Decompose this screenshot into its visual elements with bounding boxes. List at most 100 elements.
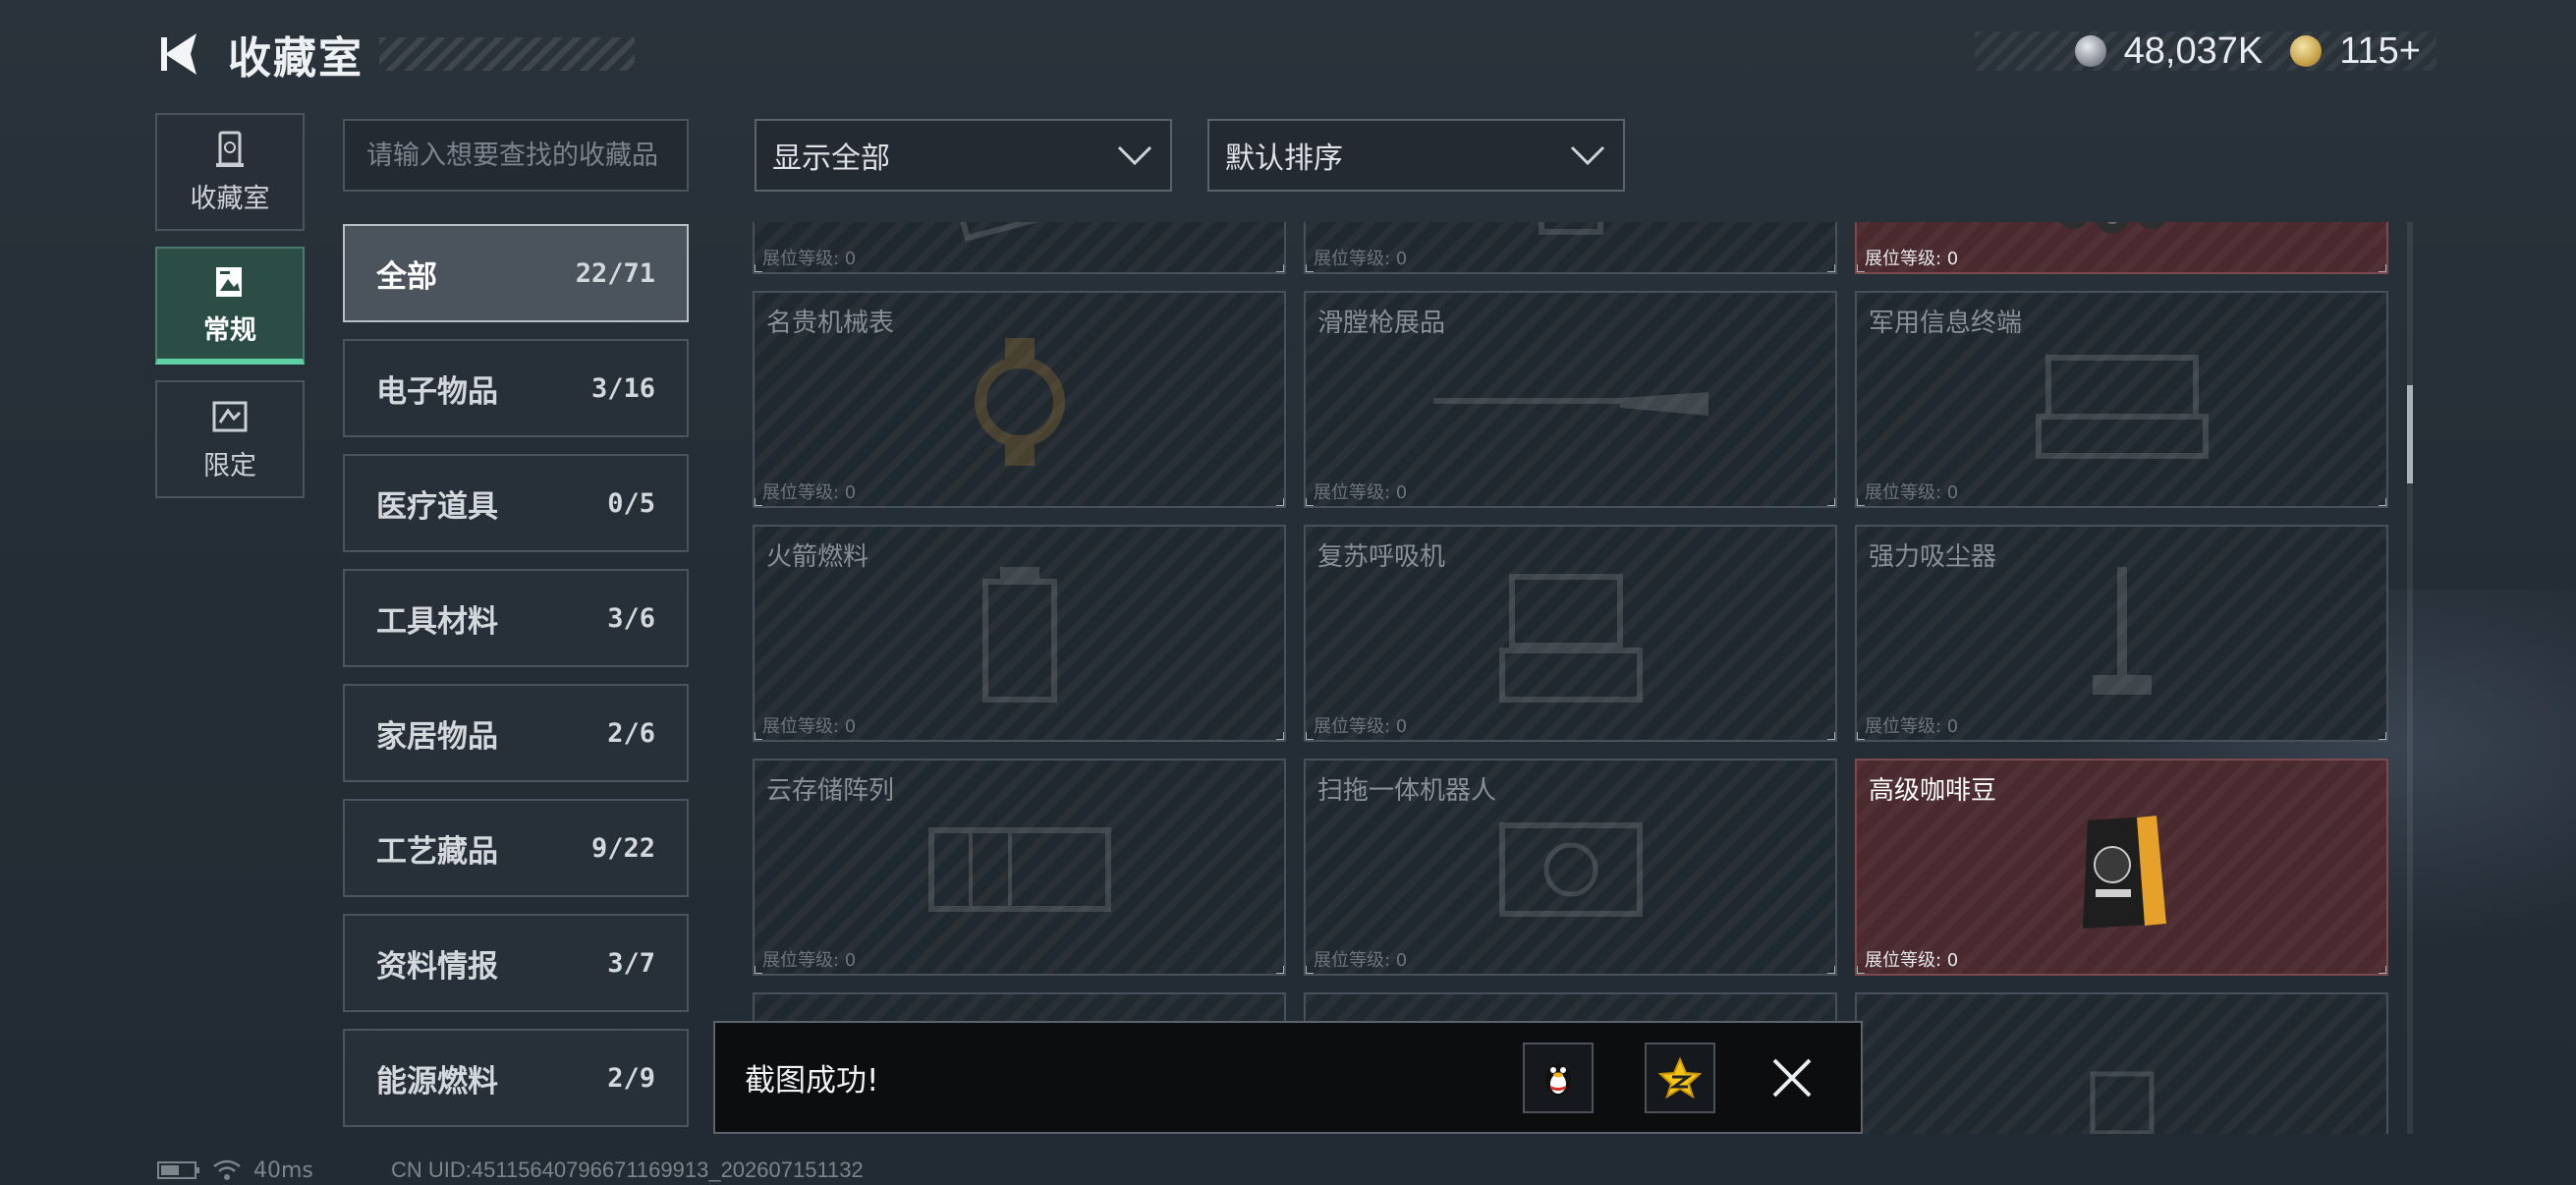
collection-item-card[interactable]: 名贵机械表 展位等级: 0 <box>753 291 1286 508</box>
show-filter-dropdown[interactable]: 显示全部 <box>755 119 1172 192</box>
robot-vacuum-icon <box>1473 806 1669 937</box>
share-qzone-button[interactable] <box>1645 1042 1715 1113</box>
battery-icon <box>157 1161 199 1179</box>
collection-item-card[interactable]: 军用信息终端展位等级: 0 <box>1855 291 2388 508</box>
booth-level: 展位等级: 0 <box>1314 950 1408 971</box>
category-household[interactable]: 家居物品 2/6 <box>343 684 689 782</box>
category-name: 能源燃料 <box>376 1063 498 1100</box>
nav-collection-room[interactable]: 收藏室 <box>155 113 305 231</box>
category-electronics[interactable]: 电子物品 3/16 <box>343 339 689 437</box>
page-title: 收藏室 <box>228 33 364 84</box>
uid-text: CN UID:45115640796671169913_202607151132 <box>391 1157 864 1182</box>
collection-item-card[interactable]: 展位等级: 0 <box>1855 222 2388 274</box>
currency-bar: 48,037K 115+ <box>1975 29 2436 72</box>
item-grid: 展位等级: 0 展位等级: 0 展位等级: 0 名贵机械表 展位等级: 0 滑膛枪展品 展位… <box>753 222 2393 1134</box>
category-name: 工艺藏品 <box>376 833 498 870</box>
collection-item-card[interactable]: 展位等级: 0 <box>753 222 1286 274</box>
storage-array-icon <box>912 811 1128 932</box>
collection-item-card[interactable]: 强力吸尘器展位等级: 0 <box>1855 525 2388 742</box>
item-name: 高级咖啡豆 <box>1869 776 1997 806</box>
item-name: 军用信息终端 <box>1869 309 2023 338</box>
back-arrow-icon[interactable] <box>157 29 202 79</box>
booth-level: 展位等级: 0 <box>762 950 857 971</box>
gold-coin-icon <box>2290 35 2323 67</box>
side-nav: 收藏室 常规 限定 <box>155 113 305 514</box>
nav-label: 常规 <box>203 314 256 346</box>
collection-item-card[interactable]: 火箭燃料 展位等级: 0 <box>753 525 1286 742</box>
card-corner-mark <box>1306 264 1314 272</box>
scrollbar-thumb[interactable] <box>2407 385 2413 483</box>
card-corner-mark <box>1827 498 1835 506</box>
collection-item-card[interactable]: 展位等级: 0 <box>1304 222 1837 274</box>
vacuum-icon <box>2063 557 2181 718</box>
header: 收藏室 <box>157 28 635 84</box>
card-corner-mark <box>1306 966 1314 974</box>
close-icon[interactable] <box>1766 1052 1818 1103</box>
item-name: 火箭燃料 <box>766 542 869 572</box>
item-name: 复苏呼吸机 <box>1317 542 1446 572</box>
item-name: 滑膛枪展品 <box>1317 309 1446 338</box>
armored-vehicle-icon <box>2004 222 2240 255</box>
nav-limited[interactable]: 限定 <box>155 380 305 498</box>
rocket-fuel-icon <box>961 562 1079 713</box>
booth-level: 展位等级: 0 <box>1314 716 1408 737</box>
card-corner-mark <box>1306 732 1314 740</box>
sort-dropdown[interactable]: 默认排序 <box>1207 119 1625 192</box>
gold-amount: 115+ <box>2339 29 2421 72</box>
booth-level: 展位等级: 0 <box>1865 950 1959 971</box>
category-name: 全部 <box>376 258 437 295</box>
category-count: 3/16 <box>590 372 655 404</box>
card-corner-mark <box>1857 264 1865 272</box>
search-input[interactable] <box>343 119 689 192</box>
card-corner-mark <box>1306 498 1314 506</box>
status-bar: 40ms <box>157 1156 313 1185</box>
share-qq-button[interactable] <box>1523 1042 1594 1113</box>
category-crafts[interactable]: 工艺藏品 9/22 <box>343 799 689 897</box>
card-corner-mark <box>755 732 762 740</box>
collection-room-icon <box>216 131 244 167</box>
category-count: 22/71 <box>575 257 655 289</box>
category-count: 3/6 <box>607 602 655 634</box>
scrollbar-track[interactable] <box>2407 222 2413 1134</box>
qzone-star-icon <box>1658 1056 1702 1099</box>
card-corner-mark <box>1276 264 1284 272</box>
booth-level: 展位等级: 0 <box>1865 716 1959 737</box>
category-tools[interactable]: 工具材料 3/6 <box>343 569 689 667</box>
item-name: 扫拖一体机器人 <box>1317 776 1497 806</box>
category-all[interactable]: 全部 22/71 <box>343 224 689 322</box>
nav-label: 限定 <box>203 450 256 481</box>
card-corner-mark <box>2379 966 2386 974</box>
dropdown-label: 默认排序 <box>1225 141 1343 176</box>
category-intel[interactable]: 资料情报 3/7 <box>343 914 689 1012</box>
collection-item-card[interactable]: 展位等级: 0 <box>1855 992 2388 1134</box>
title-decoration <box>379 37 635 71</box>
watch-icon <box>956 337 1084 470</box>
item-name: 强力吸尘器 <box>1869 542 1997 572</box>
category-medical[interactable]: 医疗道具 0/5 <box>343 454 689 552</box>
collection-item-card[interactable]: 扫拖一体机器人展位等级: 0 <box>1304 759 1837 976</box>
collection-item-card[interactable]: 滑膛枪展品展位等级: 0 <box>1304 291 1837 508</box>
ping-value: 40ms <box>253 1157 313 1183</box>
booth-level: 展位等级: 0 <box>1314 482 1408 503</box>
chevron-down-icon <box>1117 145 1152 166</box>
category-name: 电子物品 <box>376 373 498 410</box>
circuit-board-icon <box>922 222 1118 246</box>
military-terminal-icon <box>2029 338 2215 470</box>
booth-level: 展位等级: 0 <box>762 482 857 503</box>
booth-level: 展位等级: 0 <box>1314 249 1408 269</box>
card-corner-mark <box>2379 732 2386 740</box>
card-corner-mark <box>1827 966 1835 974</box>
category-count: 0/5 <box>607 487 655 519</box>
booth-level: 展位等级: 0 <box>1865 482 1959 503</box>
card-corner-mark <box>2379 264 2386 272</box>
category-list: 全部 22/71 电子物品 3/16 医疗道具 0/5 工具材料 3/6 家居物… <box>343 224 689 1144</box>
collection-item-card[interactable]: 高级咖啡豆展位等级: 0 <box>1855 759 2388 976</box>
booth-level: 展位等级: 0 <box>762 249 857 269</box>
nav-regular[interactable]: 常规 <box>155 247 305 365</box>
card-corner-mark <box>755 498 762 506</box>
wifi-icon <box>213 1159 241 1180</box>
category-count: 9/22 <box>590 832 655 864</box>
category-energy[interactable]: 能源燃料 2/9 <box>343 1029 689 1127</box>
collection-item-card[interactable]: 复苏呼吸机展位等级: 0 <box>1304 525 1837 742</box>
collection-item-card[interactable]: 云存储阵列 展位等级: 0 <box>753 759 1286 976</box>
